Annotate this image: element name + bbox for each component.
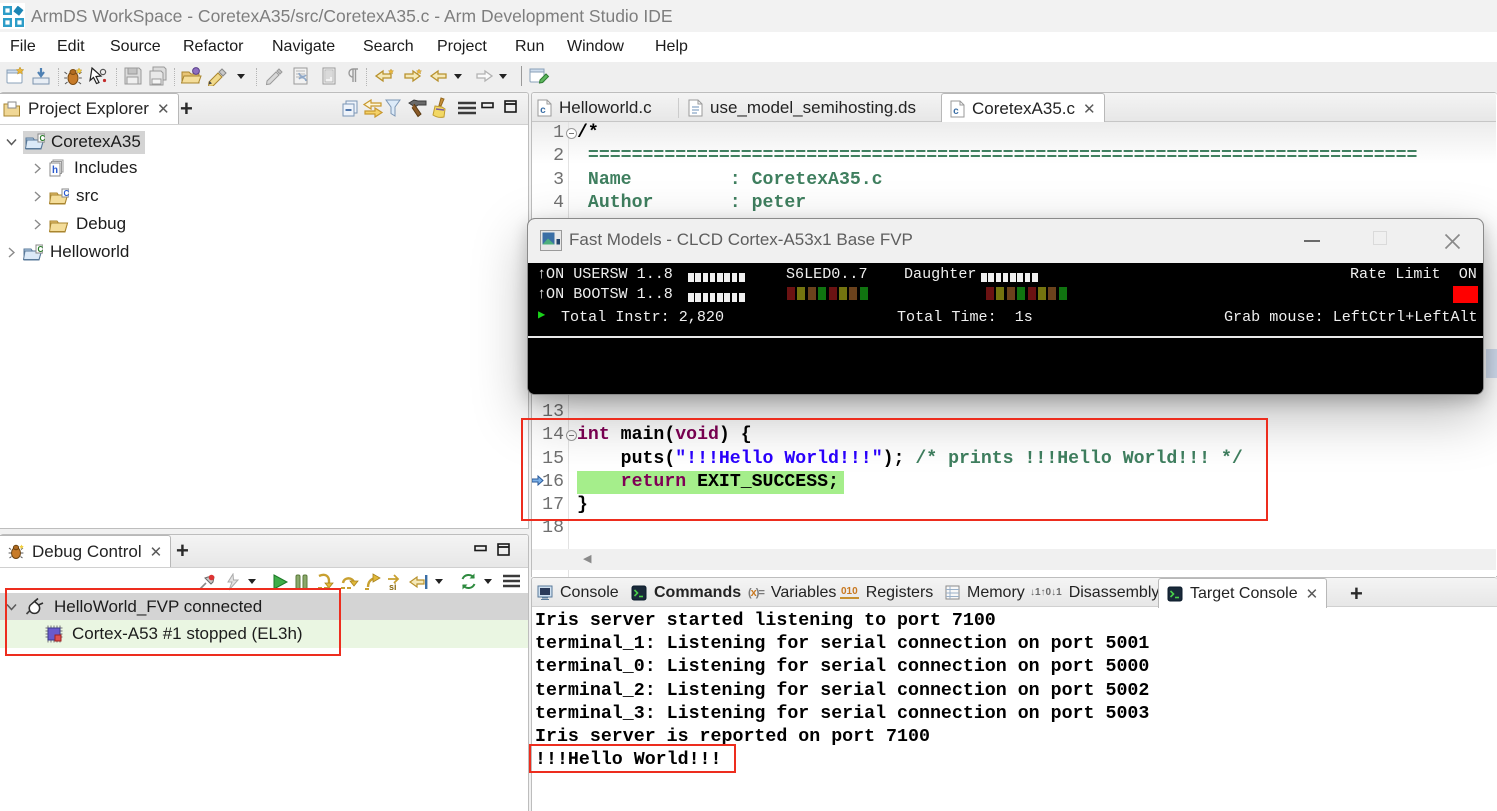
svg-text:c: c — [540, 106, 546, 117]
svg-text:h: h — [52, 165, 58, 177]
svg-text:C: C — [64, 189, 70, 198]
svg-text:C: C — [38, 245, 44, 254]
svg-text:c: c — [953, 107, 959, 118]
svg-text:C: C — [40, 134, 46, 143]
svg-text:si: si — [389, 582, 397, 591]
